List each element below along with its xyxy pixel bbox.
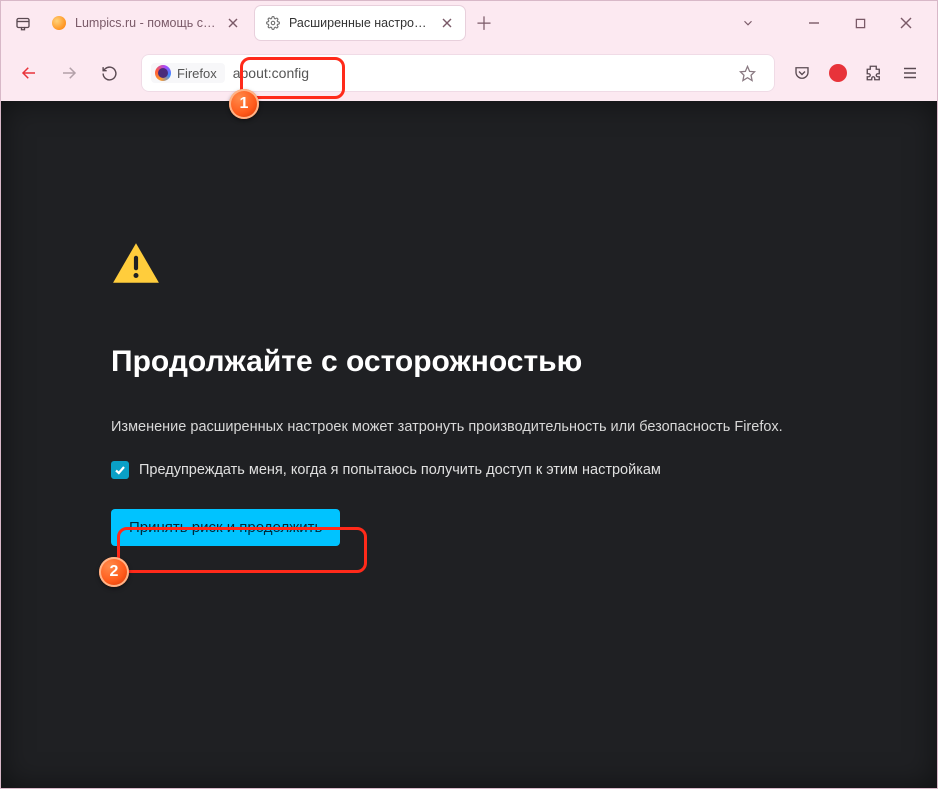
account-icon[interactable] <box>821 55 855 91</box>
browser-window: Lumpics.ru - помощь с компьютером Расшир… <box>0 0 938 789</box>
firefox-badge-label: Firefox <box>177 66 217 81</box>
tab-title: Lumpics.ru - помощь с компьютером <box>75 16 217 30</box>
forward-button[interactable] <box>51 55 87 91</box>
back-button[interactable] <box>11 55 47 91</box>
tab-overflow-button[interactable] <box>9 9 37 37</box>
window-controls <box>725 7 929 39</box>
extensions-icon[interactable] <box>857 55 891 91</box>
url-text: about:config <box>233 65 309 81</box>
url-bar[interactable]: Firefox about:config <box>141 54 775 92</box>
close-icon[interactable] <box>225 15 241 31</box>
lumpics-favicon-icon <box>51 15 67 31</box>
firefox-logo-icon <box>155 65 171 81</box>
firefox-badge: Firefox <box>151 63 225 83</box>
checkbox-label: Предупреждать меня, когда я попытаюсь по… <box>139 462 661 478</box>
page-description: Изменение расширенных настроек может зат… <box>111 419 877 435</box>
toolbar-right-icons <box>785 55 927 91</box>
warning-triangle-icon <box>111 241 161 285</box>
window-close-button[interactable] <box>883 7 929 39</box>
page-heading: Продолжайте с осторожностью <box>111 345 877 379</box>
tab-strip: Lumpics.ru - помощь с компьютером Расшир… <box>1 1 937 45</box>
checkbox-checked-icon[interactable] <box>111 461 129 479</box>
accept-risk-button[interactable]: Принять риск и продолжить <box>111 509 340 546</box>
tabs-dropdown-button[interactable] <box>725 7 771 39</box>
close-icon[interactable] <box>439 15 455 31</box>
warn-checkbox-row[interactable]: Предупреждать меня, когда я попытаюсь по… <box>111 461 877 479</box>
window-maximize-button[interactable] <box>837 7 883 39</box>
navigation-toolbar: Firefox about:config <box>1 45 937 101</box>
new-tab-button[interactable]: ＋ <box>469 8 499 38</box>
page-content: Продолжайте с осторожностью Изменение ра… <box>1 101 937 788</box>
hamburger-menu-icon[interactable] <box>893 55 927 91</box>
window-minimize-button[interactable] <box>791 7 837 39</box>
reload-button[interactable] <box>91 55 127 91</box>
tab-title: Расширенные настройки <box>289 16 431 30</box>
tab-about-config[interactable]: Расширенные настройки <box>255 6 465 40</box>
pocket-icon[interactable] <box>785 55 819 91</box>
vignette-decoration <box>1 101 937 788</box>
gear-icon <box>265 15 281 31</box>
tab-lumpics[interactable]: Lumpics.ru - помощь с компьютером <box>41 6 251 40</box>
bookmark-star-icon[interactable] <box>729 55 765 91</box>
